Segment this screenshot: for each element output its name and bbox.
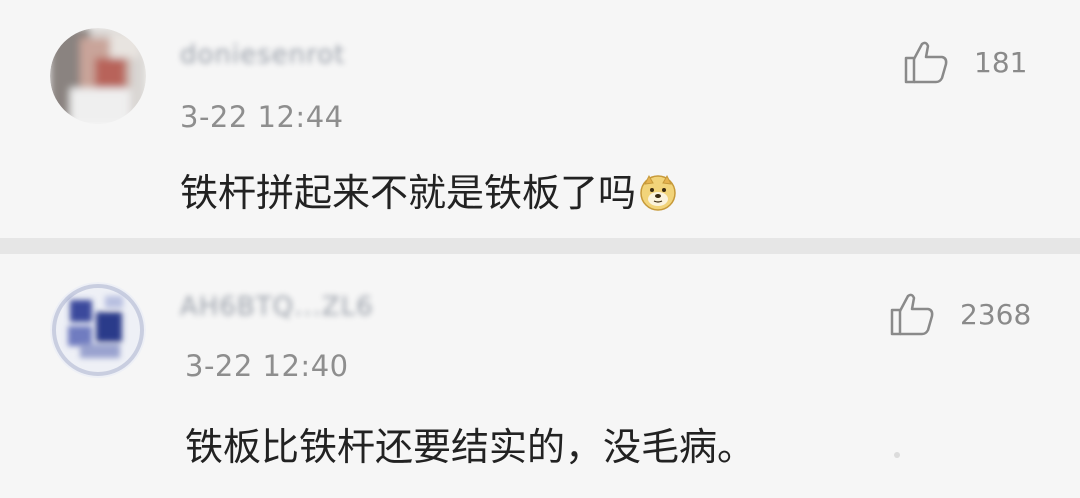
avatar-image	[50, 28, 146, 124]
comment-text: 铁杆拼起来不就是铁板了吗	[180, 162, 678, 221]
thumbs-up-icon	[904, 41, 948, 84]
username[interactable]: AH6BTQ...ZL6	[180, 292, 374, 322]
avatar[interactable]	[50, 282, 146, 378]
comment-item: doniesenrot 3-22 12:44 铁杆拼起来不就是铁板了吗 181	[0, 0, 1080, 238]
comment-timestamp: 3-22 12:44	[180, 100, 344, 134]
comment-divider	[0, 238, 1080, 254]
username[interactable]: doniesenrot	[180, 40, 345, 70]
like-button[interactable]: 181	[902, 38, 1027, 86]
doge-emoji-icon	[638, 172, 678, 221]
like-count: 181	[974, 45, 1028, 79]
comment-text-content: 铁杆拼起来不就是铁板了吗	[180, 171, 637, 215]
decorative-dot	[894, 452, 900, 458]
comment-list: doniesenrot 3-22 12:44 铁杆拼起来不就是铁板了吗 181	[0, 0, 1080, 498]
comment-text: 铁板比铁杆还要结实的，没毛病。	[185, 425, 756, 469]
like-button[interactable]: 2368	[888, 290, 1031, 338]
comment-timestamp: 3-22 12:40	[185, 349, 349, 383]
thumbs-up-icon	[890, 293, 934, 336]
avatar[interactable]	[50, 28, 146, 124]
avatar-image	[50, 282, 146, 378]
comment-item: AH6BTQ...ZL6 3-22 12:40 铁板比铁杆还要结实的，没毛病。 …	[0, 254, 1080, 498]
like-count: 2368	[960, 297, 1032, 331]
